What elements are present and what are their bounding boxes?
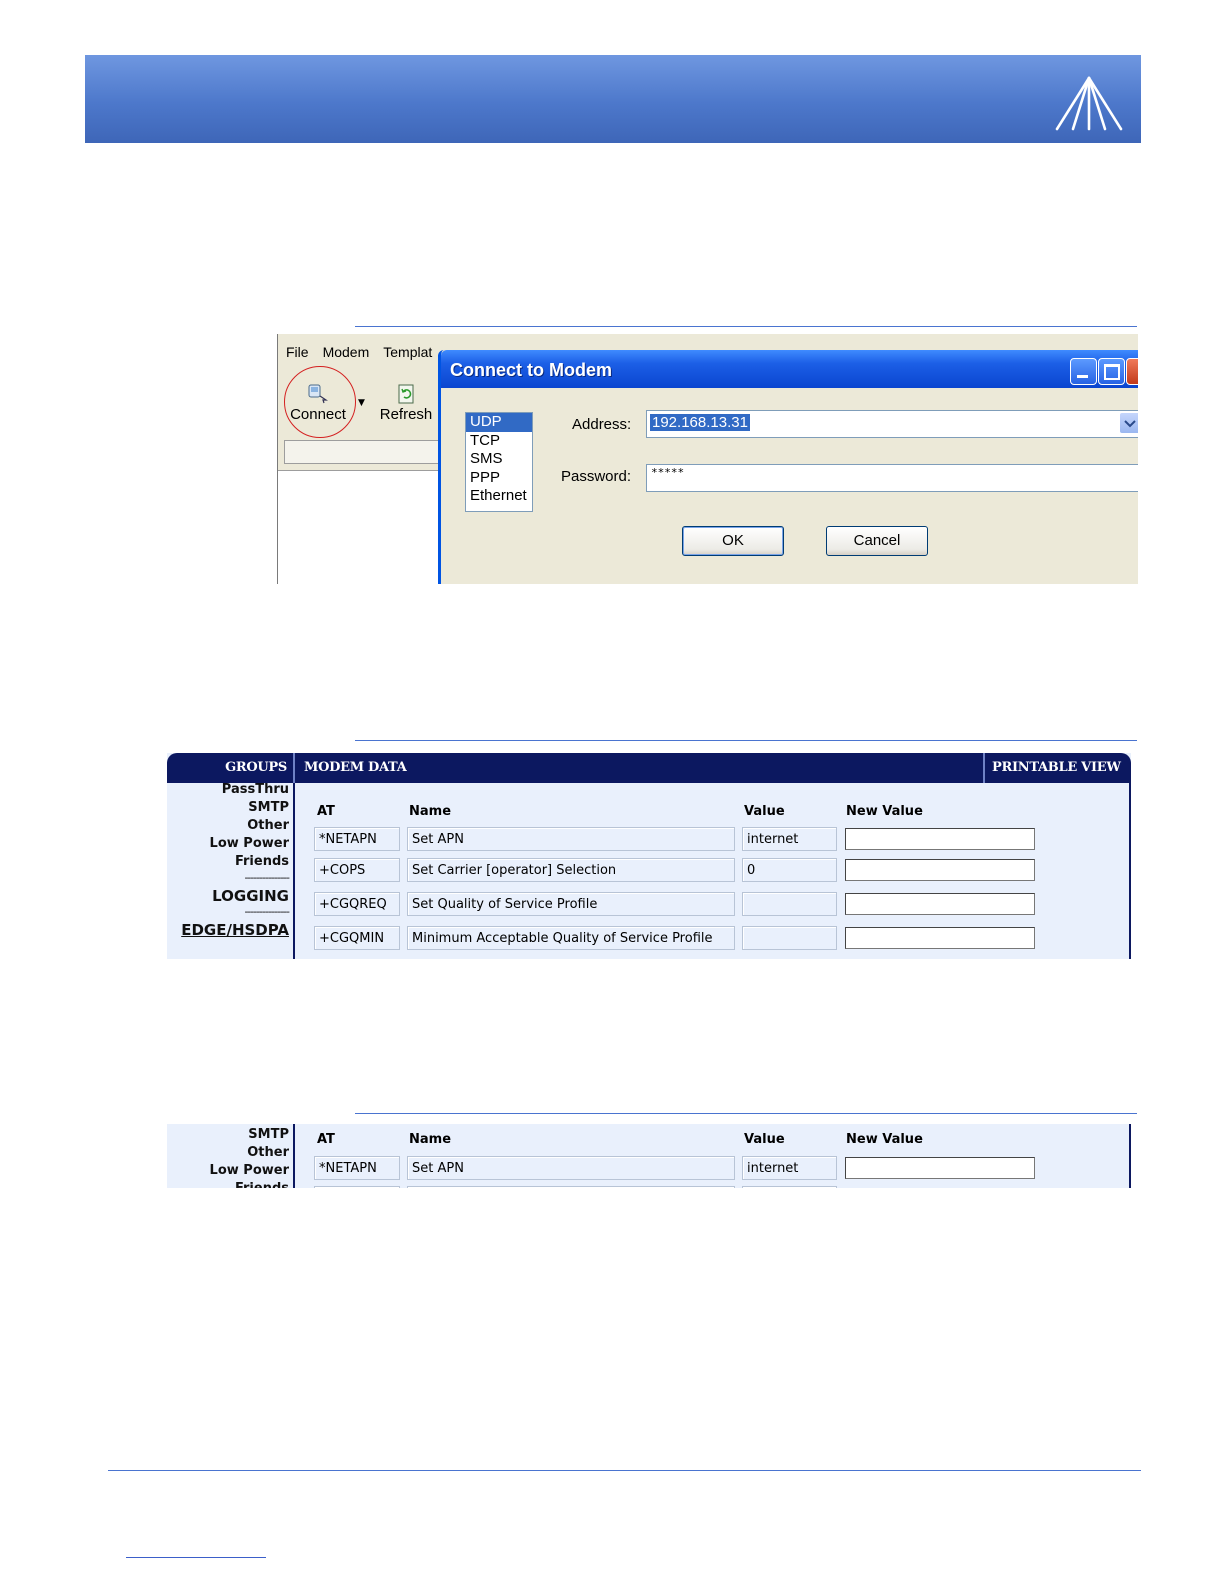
modem-data-panel-cropped: SMTP Other Low Power Friends AT Name Val… [167, 1124, 1131, 1188]
refresh-label: Refresh [379, 406, 433, 423]
connect-dialog: Connect to Modem UDP TCP SMS PPP Etherne… [438, 350, 1138, 584]
row-at-cell: *NETAPN [314, 1156, 400, 1180]
row-name-cell: Set APN [407, 1156, 735, 1180]
column-header-value: Value [744, 804, 785, 819]
panel-right-border [1129, 783, 1131, 959]
sidebar-item-other[interactable]: Other [247, 1144, 289, 1162]
row-name-cell: Set Quality of Service Profile [407, 892, 735, 916]
groups-sidebar: SMTP Other Low Power Friends [167, 1124, 295, 1188]
password-field[interactable]: ***** [646, 464, 1138, 492]
menu-file[interactable]: File [286, 344, 309, 360]
protocol-option-ethernet[interactable]: Ethernet [466, 487, 532, 506]
printable-view-link[interactable]: PRINTABLE VIEW [992, 753, 1121, 783]
dialog-title-bar[interactable]: Connect to Modem [441, 350, 1138, 388]
footer-link-underline [126, 1557, 266, 1558]
column-header-at: AT [317, 804, 335, 819]
new-value-input[interactable] [845, 927, 1035, 949]
header-divider [293, 753, 295, 783]
row-at-cell: +CGQMIN [314, 926, 400, 950]
sidebar-item-friends[interactable]: Friends [235, 1180, 289, 1188]
row-at-cell: *NETAPN [314, 827, 400, 851]
row-value-cell [742, 1186, 837, 1188]
row-value-cell: internet [742, 827, 837, 851]
menu-template[interactable]: Templat [383, 344, 432, 360]
sidebar-item-smtp[interactable]: SMTP [248, 799, 289, 817]
row-name-cell [407, 1186, 735, 1188]
new-value-input[interactable] [845, 893, 1035, 915]
column-header-new-value: New Value [846, 1132, 923, 1147]
sidebar-item-low-power[interactable]: Low Power [210, 1162, 289, 1180]
row-name-cell: Minimum Acceptable Quality of Service Pr… [407, 926, 735, 950]
address-label: Address: [572, 416, 632, 433]
column-header-name: Name [409, 1132, 452, 1147]
sidebar-heading-edge-hsdpa[interactable]: EDGE/HSDPA [181, 921, 289, 939]
groups-sidebar: PassThru SMTP Other Low Power Friends --… [167, 781, 295, 959]
row-value-cell [742, 892, 837, 916]
password-value: ***** [651, 466, 685, 479]
header-divider [983, 753, 985, 783]
connect-dropdown-arrow-icon[interactable]: ▼ [358, 398, 365, 408]
address-bar[interactable] [284, 440, 442, 464]
tree-pane[interactable] [278, 470, 438, 584]
refresh-icon [398, 384, 414, 404]
figure-rule [355, 740, 1137, 741]
figure-rule [355, 326, 1137, 327]
column-header-new-value: New Value [846, 804, 923, 819]
row-at-cell [314, 1186, 400, 1188]
modem-data-panel: GROUPS MODEM DATA PRINTABLE VIEW PassThr… [167, 753, 1131, 959]
column-header-value: Value [744, 1132, 785, 1147]
row-name-cell: Set Carrier [operator] Selection [407, 858, 735, 882]
new-value-input[interactable] [845, 828, 1035, 850]
figure-rule [355, 1113, 1137, 1114]
maximize-button[interactable] [1098, 358, 1125, 385]
ok-button[interactable]: OK [682, 526, 784, 556]
minimize-button[interactable] [1070, 358, 1097, 385]
groups-heading: GROUPS [225, 760, 287, 775]
sidebar-item-passthru[interactable]: PassThru [222, 781, 289, 799]
sidebar-separator: --------------- [244, 905, 290, 918]
protocol-list[interactable]: UDP TCP SMS PPP Ethernet [465, 412, 533, 512]
new-value-input[interactable] [845, 859, 1035, 881]
close-button[interactable] [1126, 358, 1138, 385]
column-header-at: AT [317, 1132, 335, 1147]
cancel-button[interactable]: Cancel [826, 526, 928, 556]
menu-modem[interactable]: Modem [323, 344, 370, 360]
address-value: 192.168.13.31 [650, 414, 750, 431]
company-logo-icon [1055, 76, 1123, 131]
password-label: Password: [561, 468, 632, 485]
dialog-title: Connect to Modem [450, 360, 612, 380]
protocol-option-sms[interactable]: SMS [466, 450, 532, 469]
panel-header: GROUPS MODEM DATA PRINTABLE VIEW [167, 753, 1131, 783]
row-at-cell: +COPS [314, 858, 400, 882]
chevron-down-icon [1124, 420, 1136, 428]
footer-rule [108, 1470, 1141, 1471]
address-dropdown-button[interactable] [1120, 413, 1138, 433]
protocol-option-ppp[interactable]: PPP [466, 469, 532, 488]
row-value-cell: 0 [742, 858, 837, 882]
modem-data-heading: MODEM DATA [304, 760, 407, 775]
refresh-button[interactable]: Refresh [371, 380, 441, 430]
protocol-option-udp[interactable]: UDP [466, 413, 532, 432]
page-header-banner [85, 55, 1141, 143]
sidebar-item-smtp[interactable]: SMTP [248, 1126, 289, 1144]
row-at-cell: +CGQREQ [314, 892, 400, 916]
sidebar-item-low-power[interactable]: Low Power [210, 835, 289, 853]
protocol-option-tcp[interactable]: TCP [466, 432, 532, 451]
sidebar-item-other[interactable]: Other [247, 817, 289, 835]
row-value-cell: internet [742, 1156, 837, 1180]
column-header-name: Name [409, 804, 452, 819]
row-value-cell [742, 926, 837, 950]
new-value-input[interactable] [845, 1157, 1035, 1179]
highlight-circle [284, 366, 356, 438]
row-name-cell: Set APN [407, 827, 735, 851]
ace-manager-window: File Modem Templat Connect ▼ Refresh Conne… [277, 334, 1138, 584]
sidebar-separator: --------------- [244, 871, 290, 884]
address-combobox[interactable]: 192.168.13.31 [646, 410, 1138, 438]
panel-right-border [1129, 1124, 1131, 1188]
